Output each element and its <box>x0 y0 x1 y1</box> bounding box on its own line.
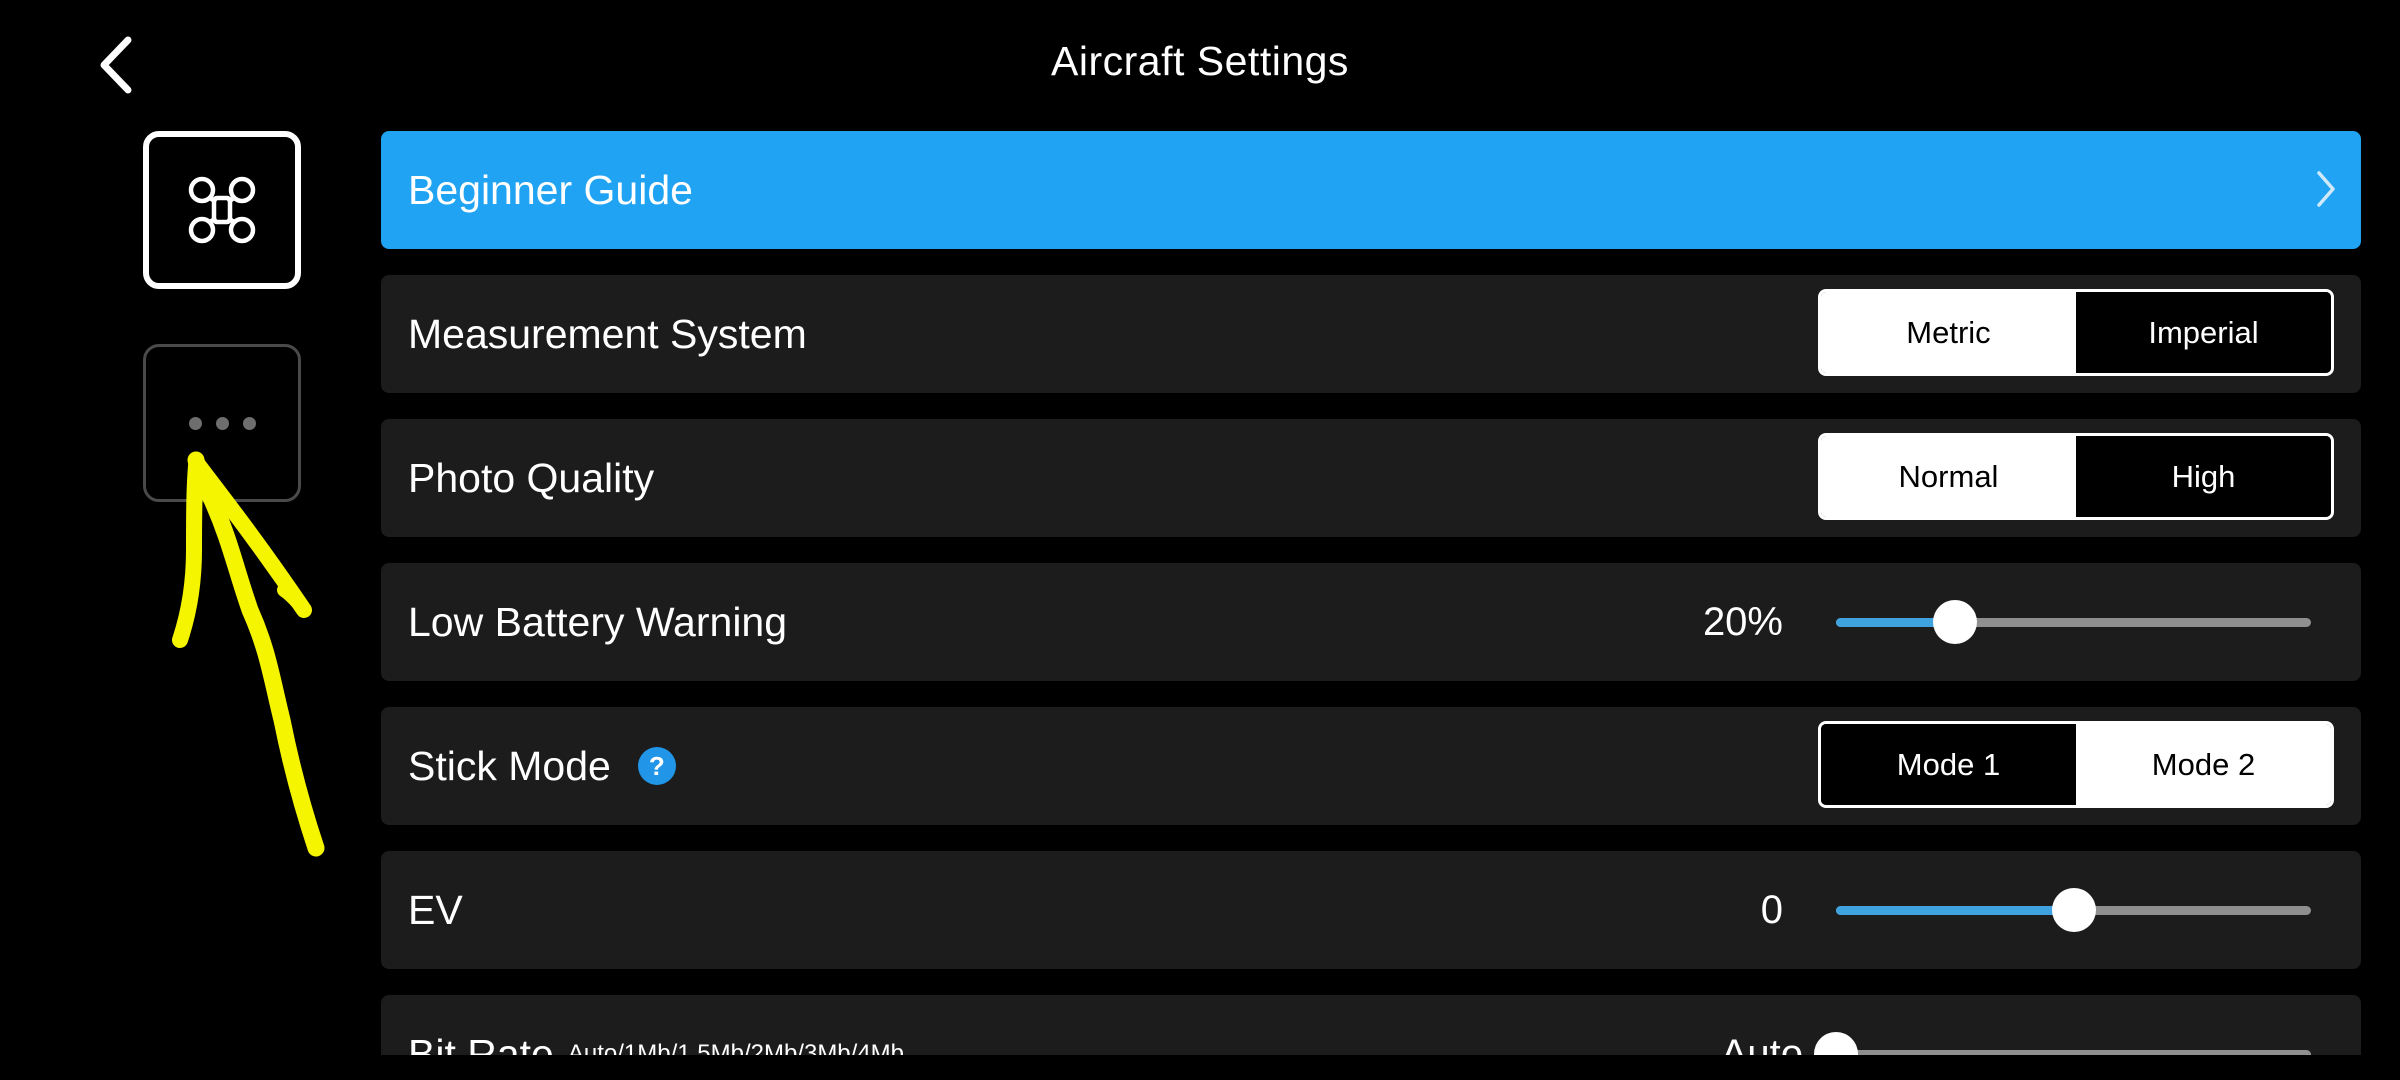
drone-icon <box>188 176 256 244</box>
bit-rate-label: Bit Rate <box>408 1030 554 1056</box>
help-icon[interactable]: ? <box>637 747 676 785</box>
measurement-system-label: Measurement System <box>408 310 807 357</box>
page-title: Aircraft Settings <box>1051 38 1349 84</box>
metric-option[interactable]: Metric <box>1821 292 2076 373</box>
mode-2-option[interactable]: Mode 2 <box>2076 724 2331 805</box>
sidebar-item-aircraft[interactable] <box>143 131 301 289</box>
photo-quality-row: Photo Quality Normal High <box>381 419 2361 537</box>
measurement-system-toggle: Metric Imperial <box>1818 289 2334 376</box>
stick-mode-row: Stick Mode ? Mode 1 Mode 2 <box>381 707 2361 825</box>
slider-knob[interactable] <box>2051 888 2096 932</box>
low-battery-warning-row: Low Battery Warning 20% <box>381 563 2361 681</box>
high-option[interactable]: High <box>2076 436 2331 517</box>
stick-mode-toggle: Mode 1 Mode 2 <box>1818 721 2334 808</box>
more-dots-icon <box>188 416 256 430</box>
mode-1-option[interactable]: Mode 1 <box>1821 724 2076 805</box>
low-battery-warning-label: Low Battery Warning <box>408 598 788 645</box>
photo-quality-label: Photo Quality <box>408 454 655 501</box>
bit-rate-value: Auto <box>1720 1031 1803 1056</box>
measurement-system-row: Measurement System Metric Imperial <box>381 275 2361 393</box>
slider-knob[interactable] <box>1932 600 1977 644</box>
imperial-option[interactable]: Imperial <box>2076 292 2331 373</box>
bit-rate-options-text: Auto/1Mb/1.5Mb/2Mb/3Mb/4Mb <box>567 1040 905 1055</box>
settings-viewport: Aircraft Settings Beginner Guide Measure… <box>0 0 2400 1055</box>
low-battery-slider[interactable] <box>1836 600 2311 644</box>
bit-rate-slider[interactable] <box>1814 1032 2311 1055</box>
beginner-guide-label: Beginner Guide <box>408 166 693 213</box>
slider-knob[interactable] <box>1814 1032 1858 1055</box>
ev-slider[interactable] <box>1836 888 2311 932</box>
beginner-guide-row[interactable]: Beginner Guide <box>381 131 2361 249</box>
normal-option[interactable]: Normal <box>1821 436 2076 517</box>
ev-value: 0 <box>1760 887 1783 932</box>
photo-quality-toggle: Normal High <box>1818 433 2334 520</box>
slider-fill <box>1836 906 2074 915</box>
ev-row: EV 0 <box>381 851 2361 969</box>
sidebar-item-more[interactable] <box>143 344 301 502</box>
chevron-right-icon <box>2317 171 2335 207</box>
bit-rate-row: Bit Rate Auto/1Mb/1.5Mb/2Mb/3Mb/4Mb Auto <box>381 995 2361 1055</box>
slider-track <box>1836 1050 2311 1055</box>
ev-label: EV <box>408 886 463 933</box>
stick-mode-label: Stick Mode <box>408 742 611 789</box>
low-battery-value: 20% <box>1702 599 1783 644</box>
